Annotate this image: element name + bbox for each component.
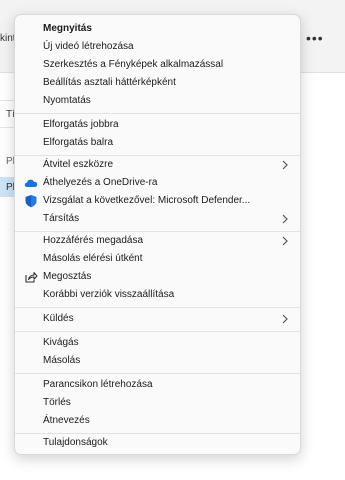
menu-item-label: Másolás elérési útként	[43, 253, 143, 264]
menu-item-copy[interactable]: Másolás	[19, 352, 296, 370]
menu-item-cast-to-device[interactable]: Átvitel eszközre	[19, 156, 296, 174]
onedrive-icon	[24, 179, 38, 187]
menu-item-label: Törlés	[43, 397, 71, 408]
menu-item-scan-defender[interactable]: Vizsgálat a következővel: Microsoft Defe…	[19, 192, 296, 210]
menu-separator	[15, 373, 300, 374]
menu-item-delete[interactable]: Törlés	[19, 394, 296, 412]
menu-item-move-to-onedrive[interactable]: Áthelyezés a OneDrive-ra	[19, 174, 296, 192]
menu-item-label: Megnyitás	[43, 23, 92, 34]
menu-item-label: Átvitel eszközre	[43, 159, 114, 170]
chevron-right-icon	[282, 214, 288, 224]
share-icon	[25, 272, 38, 283]
menu-separator	[15, 307, 300, 308]
menu-item-rotate-left[interactable]: Elforgatás balra	[19, 134, 296, 152]
context-menu: Megnyitás Új videó létrehozása Szerkeszt…	[14, 14, 301, 455]
menu-item-print[interactable]: Nyomtatás	[19, 92, 296, 110]
menu-item-label: Nyomtatás	[43, 95, 91, 106]
menu-item-label: Beállítás asztali háttérképként	[43, 77, 176, 88]
menu-item-copy-as-path[interactable]: Másolás elérési útként	[19, 250, 296, 268]
menu-item-label: Másolás	[43, 355, 81, 366]
menu-separator	[15, 331, 300, 332]
menu-item-restore-versions[interactable]: Korábbi verziók visszaállítása	[19, 286, 296, 304]
menu-item-label: Kivágás	[43, 337, 79, 348]
menu-item-share[interactable]: Megosztás	[19, 268, 296, 286]
menu-item-label: Vizsgálat a következővel: Microsoft Defe…	[43, 195, 251, 206]
menu-item-open[interactable]: Megnyitás	[19, 20, 296, 38]
menu-separator	[15, 113, 300, 114]
menu-item-label: Parancsikon létrehozása	[43, 379, 153, 390]
menu-item-label: Tulajdonságok	[43, 437, 108, 448]
menu-item-label: Elforgatás balra	[43, 137, 114, 148]
defender-shield-icon	[25, 195, 37, 208]
chevron-right-icon	[282, 160, 288, 170]
menu-item-new-video[interactable]: Új videó létrehozása	[19, 38, 296, 56]
menu-item-open-with[interactable]: Társítás	[19, 210, 296, 228]
menu-item-label: Korábbi verziók visszaállítása	[43, 289, 175, 300]
menu-item-cut[interactable]: Kivágás	[19, 334, 296, 352]
menu-item-give-access[interactable]: Hozzáférés megadása	[19, 232, 296, 250]
chevron-right-icon	[282, 314, 288, 324]
menu-item-rotate-right[interactable]: Elforgatás jobbra	[19, 116, 296, 134]
menu-item-properties[interactable]: Tulajdonságok	[19, 434, 296, 452]
menu-item-label: Elforgatás jobbra	[43, 119, 119, 130]
menu-item-rename[interactable]: Átnevezés	[19, 412, 296, 430]
menu-item-label: Szerkesztés a Fényképek alkalmazással	[43, 59, 224, 70]
menu-item-label: Megosztás	[43, 271, 92, 282]
menu-item-create-shortcut[interactable]: Parancsikon létrehozása	[19, 376, 296, 394]
menu-item-label: Társítás	[43, 213, 80, 224]
menu-item-label: Átnevezés	[43, 415, 90, 426]
menu-item-label: Hozzáférés megadása	[43, 235, 144, 246]
chevron-right-icon	[282, 236, 288, 246]
menu-item-label: Küldés	[43, 313, 74, 324]
menu-item-edit-photos[interactable]: Szerkesztés a Fényképek alkalmazással	[19, 56, 296, 74]
menu-item-label: Új videó létrehozása	[43, 41, 134, 52]
menu-item-send-to[interactable]: Küldés	[19, 310, 296, 328]
menu-item-set-wallpaper[interactable]: Beállítás asztali háttérképként	[19, 74, 296, 92]
more-icon[interactable]: •••	[306, 30, 324, 46]
menu-item-label: Áthelyezés a OneDrive-ra	[43, 177, 158, 188]
